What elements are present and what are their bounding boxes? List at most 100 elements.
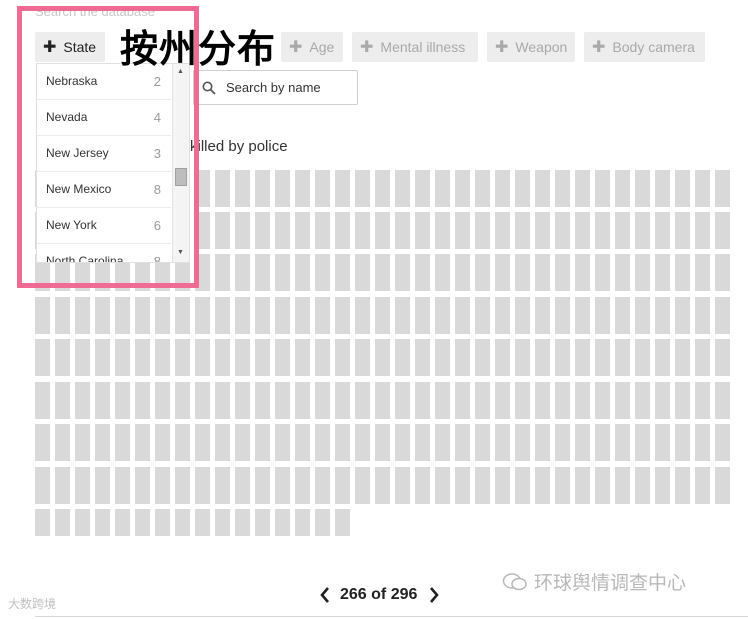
person-cell[interactable]: [435, 254, 450, 291]
person-cell[interactable]: [255, 467, 270, 504]
person-cell[interactable]: [135, 424, 150, 461]
person-cell[interactable]: [535, 254, 550, 291]
person-cell[interactable]: [395, 212, 410, 249]
filter-body-camera-button[interactable]: ✚ Body camera: [584, 32, 705, 62]
person-cell[interactable]: [95, 339, 110, 376]
person-cell[interactable]: [75, 467, 90, 504]
person-cell[interactable]: [195, 212, 210, 249]
person-cell[interactable]: [295, 297, 310, 334]
person-cell[interactable]: [235, 339, 250, 376]
person-cell[interactable]: [255, 339, 270, 376]
person-cell[interactable]: [715, 424, 730, 461]
person-cell[interactable]: [515, 339, 530, 376]
person-cell[interactable]: [195, 339, 210, 376]
person-cell[interactable]: [355, 424, 370, 461]
person-cell[interactable]: [455, 170, 470, 207]
person-cell[interactable]: [655, 339, 670, 376]
person-cell[interactable]: [35, 424, 50, 461]
person-cell[interactable]: [695, 467, 710, 504]
person-cell[interactable]: [355, 254, 370, 291]
person-cell[interactable]: [75, 297, 90, 334]
person-cell[interactable]: [615, 297, 630, 334]
person-cell[interactable]: [615, 170, 630, 207]
person-cell[interactable]: [455, 382, 470, 419]
person-cell[interactable]: [375, 254, 390, 291]
person-cell[interactable]: [375, 339, 390, 376]
person-cell[interactable]: [715, 212, 730, 249]
person-cell[interactable]: [275, 467, 290, 504]
person-cell[interactable]: [275, 382, 290, 419]
person-cell[interactable]: [495, 297, 510, 334]
person-cell[interactable]: [95, 382, 110, 419]
person-cell[interactable]: [95, 297, 110, 334]
person-cell[interactable]: [135, 509, 150, 536]
person-cell[interactable]: [655, 254, 670, 291]
person-cell[interactable]: [295, 467, 310, 504]
person-cell[interactable]: [595, 424, 610, 461]
person-cell[interactable]: [395, 339, 410, 376]
person-cell[interactable]: [415, 212, 430, 249]
person-cell[interactable]: [555, 467, 570, 504]
person-cell[interactable]: [115, 339, 130, 376]
person-cell[interactable]: [695, 339, 710, 376]
person-cell[interactable]: [335, 382, 350, 419]
person-cell[interactable]: [235, 424, 250, 461]
person-cell[interactable]: [175, 297, 190, 334]
person-cell[interactable]: [35, 509, 50, 536]
person-cell[interactable]: [455, 424, 470, 461]
person-cell[interactable]: [455, 254, 470, 291]
person-cell[interactable]: [255, 382, 270, 419]
person-cell[interactable]: [275, 424, 290, 461]
person-cell[interactable]: [435, 297, 450, 334]
filter-age-button[interactable]: ✚ Age: [281, 32, 343, 62]
state-option[interactable]: North Carolina 8: [37, 244, 171, 262]
person-cell[interactable]: [495, 467, 510, 504]
person-cell[interactable]: [575, 382, 590, 419]
person-cell[interactable]: [615, 467, 630, 504]
person-cell[interactable]: [635, 254, 650, 291]
person-cell[interactable]: [415, 254, 430, 291]
person-cell[interactable]: [235, 297, 250, 334]
person-cell[interactable]: [255, 297, 270, 334]
person-cell[interactable]: [35, 467, 50, 504]
person-cell[interactable]: [555, 339, 570, 376]
person-cell[interactable]: [315, 339, 330, 376]
person-cell[interactable]: [375, 212, 390, 249]
person-cell[interactable]: [195, 382, 210, 419]
person-cell[interactable]: [35, 339, 50, 376]
person-cell[interactable]: [55, 424, 70, 461]
person-cell[interactable]: [675, 254, 690, 291]
person-cell[interactable]: [235, 509, 250, 536]
person-cell[interactable]: [235, 382, 250, 419]
person-cell[interactable]: [195, 254, 210, 291]
scrollbar-thumb[interactable]: [175, 168, 187, 186]
person-cell[interactable]: [575, 339, 590, 376]
person-cell[interactable]: [55, 382, 70, 419]
person-cell[interactable]: [415, 424, 430, 461]
person-cell[interactable]: [715, 382, 730, 419]
person-cell[interactable]: [475, 382, 490, 419]
person-cell[interactable]: [295, 509, 310, 536]
person-cell[interactable]: [635, 382, 650, 419]
person-cell[interactable]: [475, 170, 490, 207]
person-cell[interactable]: [115, 509, 130, 536]
person-cell[interactable]: [315, 467, 330, 504]
person-cell[interactable]: [215, 212, 230, 249]
person-cell[interactable]: [515, 254, 530, 291]
person-cell[interactable]: [315, 382, 330, 419]
person-cell[interactable]: [115, 382, 130, 419]
person-cell[interactable]: [335, 467, 350, 504]
person-cell[interactable]: [515, 424, 530, 461]
person-cell[interactable]: [295, 170, 310, 207]
person-cell[interactable]: [175, 509, 190, 536]
person-cell[interactable]: [355, 297, 370, 334]
person-cell[interactable]: [75, 509, 90, 536]
person-cell[interactable]: [615, 339, 630, 376]
person-cell[interactable]: [695, 424, 710, 461]
person-cell[interactable]: [315, 424, 330, 461]
person-cell[interactable]: [555, 382, 570, 419]
person-cell[interactable]: [155, 339, 170, 376]
person-cell[interactable]: [475, 297, 490, 334]
person-cell[interactable]: [555, 424, 570, 461]
person-cell[interactable]: [655, 382, 670, 419]
